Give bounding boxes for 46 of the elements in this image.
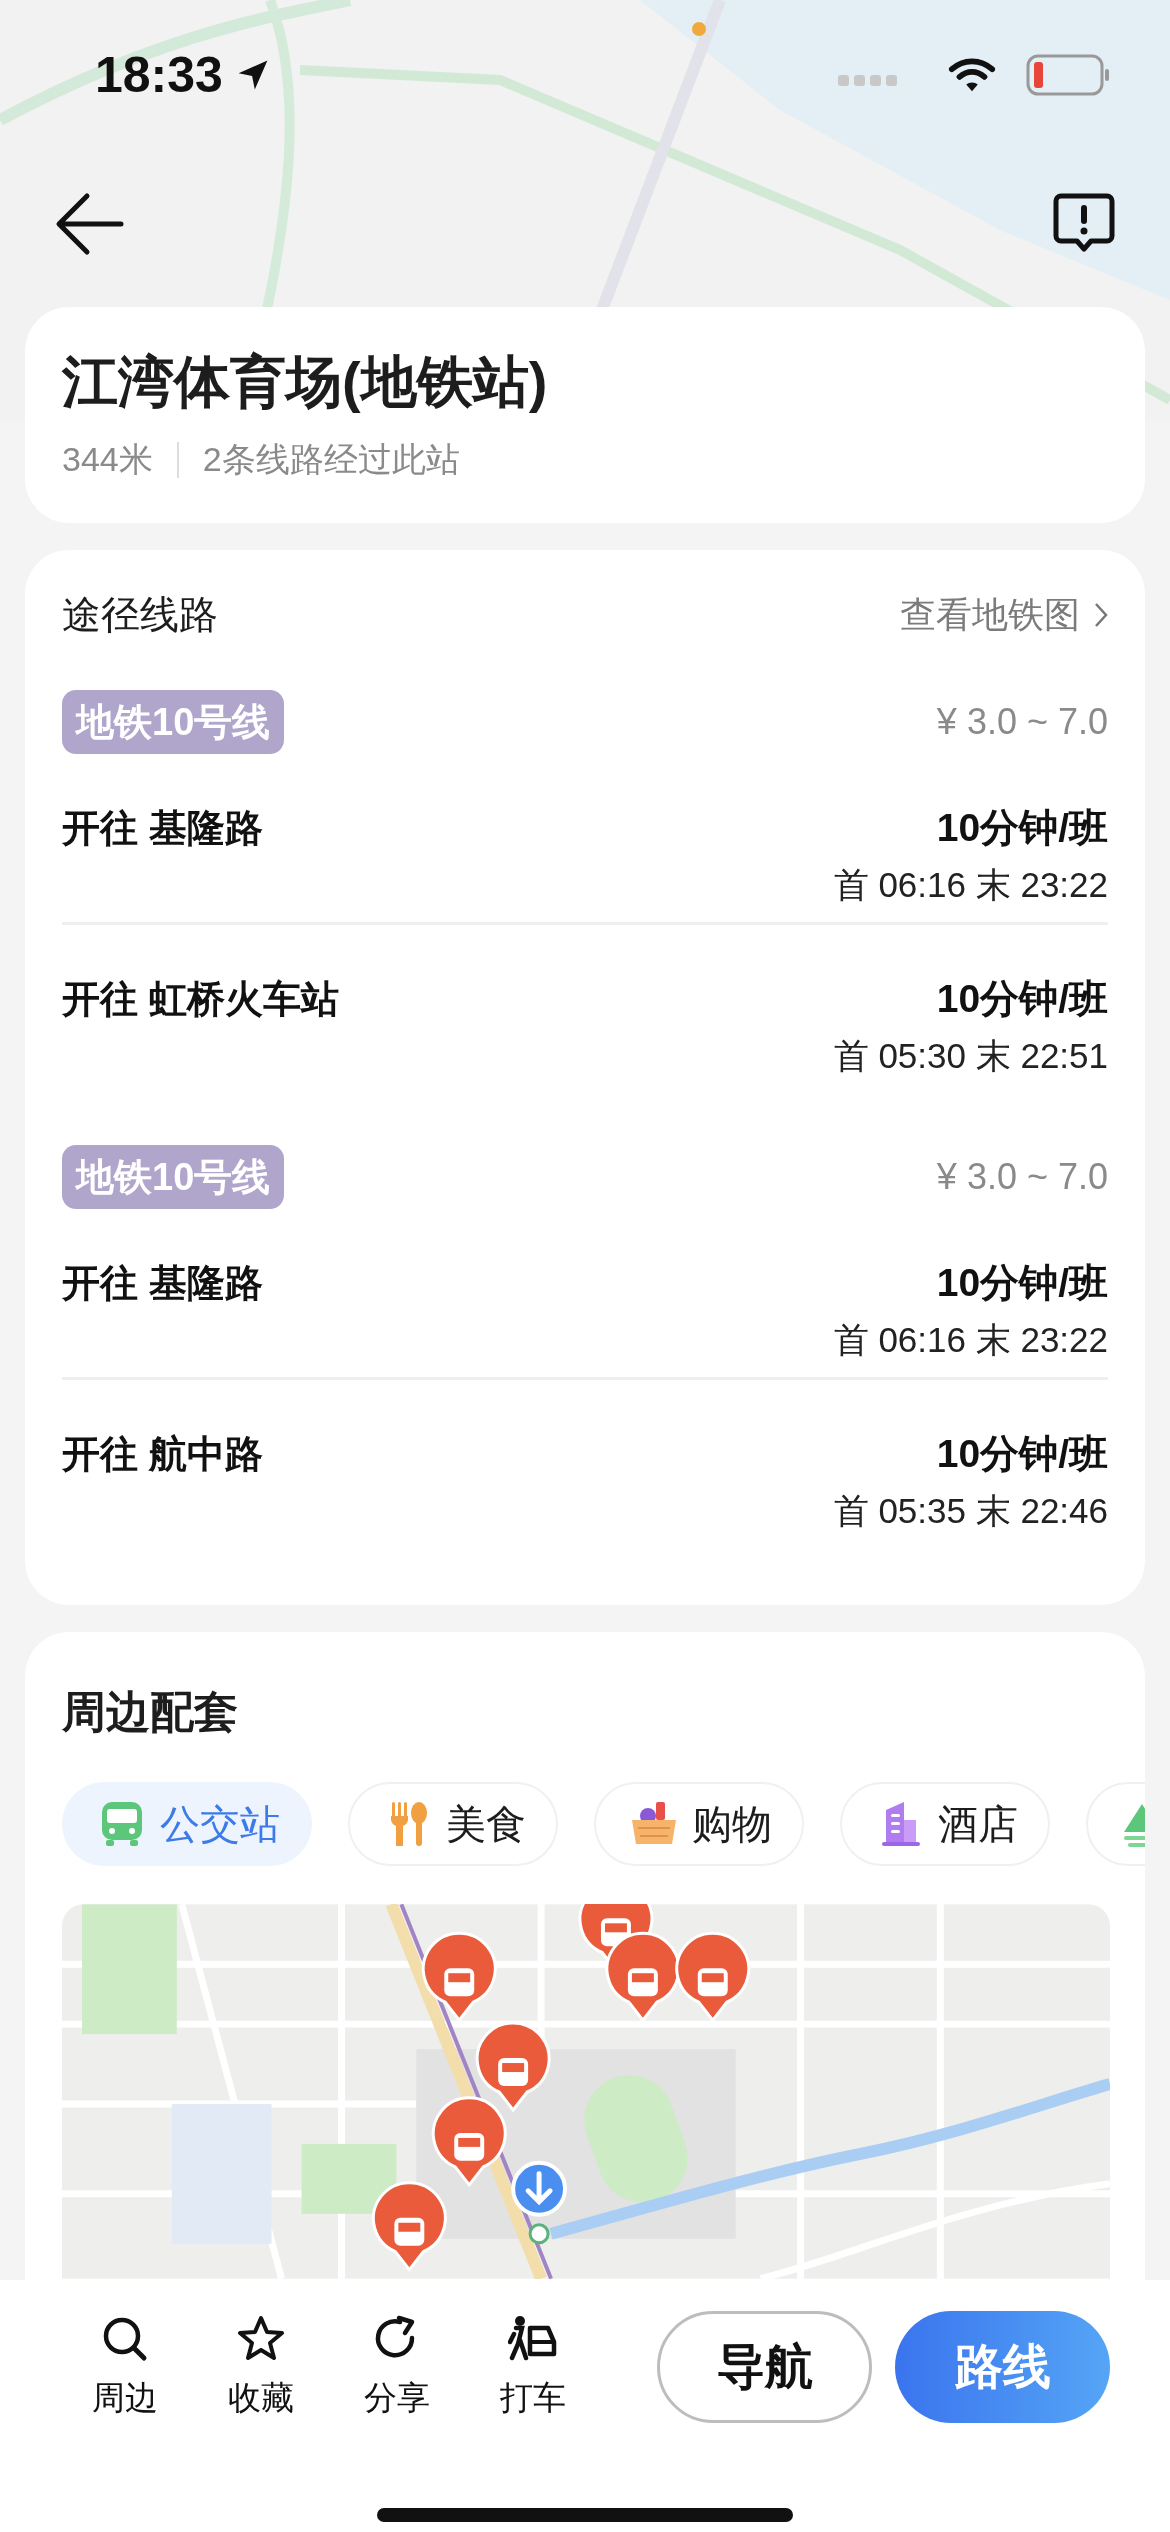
bus-stop-marker[interactable]	[431, 2096, 507, 2187]
route-button[interactable]: 路线	[895, 2311, 1110, 2423]
toolbar-button[interactable]: 分享	[346, 2313, 448, 2421]
chevron-icon	[1094, 602, 1108, 628]
status-time: 18:33	[95, 46, 223, 104]
schedule-text: 首 06:16 末 23:22	[833, 864, 1108, 906]
back-arrow-icon[interactable]	[55, 192, 125, 256]
bus-stop-marker[interactable]	[475, 2021, 551, 2112]
bus-stop-marker[interactable]	[421, 1931, 497, 2022]
signal-icon	[838, 74, 898, 88]
bus-stop-marker[interactable]	[675, 1931, 751, 2022]
schedule-text: 首 06:16 末 23:22	[833, 1319, 1108, 1361]
metro-map-link[interactable]: 查看地铁图	[900, 590, 1108, 640]
category-chip[interactable]: 购物	[594, 1782, 804, 1866]
schedule-text: 首 05:35 末 22:46	[833, 1490, 1108, 1532]
category-chip[interactable]: 公交站	[62, 1782, 312, 1866]
station-name: 江湾体育场(地铁站)	[62, 349, 549, 415]
line-tag: 地铁10号线	[62, 690, 285, 754]
direction-text: 开往 基隆路	[62, 1261, 263, 1306]
interval-text: 10分钟/班	[935, 1431, 1108, 1477]
toolbar-button[interactable]: 收藏	[210, 2313, 312, 2421]
wifi-icon	[948, 56, 996, 94]
toolbar-button[interactable]: 打车	[482, 2313, 584, 2421]
bus-stop-marker[interactable]	[371, 2181, 447, 2272]
interval-text: 10分钟/班	[935, 1260, 1108, 1306]
category-chip[interactable]: 美食	[348, 1782, 558, 1866]
line-tag: 地铁10号线	[62, 1145, 285, 1209]
distance-text: 344米	[62, 439, 153, 480]
section-title: 途径线路	[62, 592, 218, 638]
interval-text: 10分钟/班	[935, 976, 1108, 1022]
category-chip[interactable]: 酒店	[840, 1782, 1050, 1866]
feedback-icon[interactable]	[1053, 192, 1115, 254]
fare-text: ¥ 3.0 ~ 7.0	[936, 1156, 1108, 1198]
direction-text: 开往 虹桥火车站	[62, 977, 339, 1022]
section-title: 周边配套	[62, 1686, 239, 1738]
line-count-text: 2条线路经过此站	[202, 439, 460, 480]
navigate-button[interactable]: 导航	[657, 2311, 872, 2423]
direction-text: 开往 基隆路	[62, 806, 263, 851]
toolbar-button[interactable]: 周边	[74, 2313, 176, 2421]
interval-text: 10分钟/班	[935, 805, 1108, 851]
fare-text: ¥ 3.0 ~ 7.0	[936, 701, 1108, 743]
recording-dot-icon	[692, 22, 706, 36]
schedule-text: 首 05:30 末 22:51	[833, 1035, 1108, 1077]
bus-stop-marker[interactable]	[605, 1931, 681, 2022]
direction-text: 开往 航中路	[62, 1432, 263, 1477]
battery-icon	[1026, 54, 1110, 96]
